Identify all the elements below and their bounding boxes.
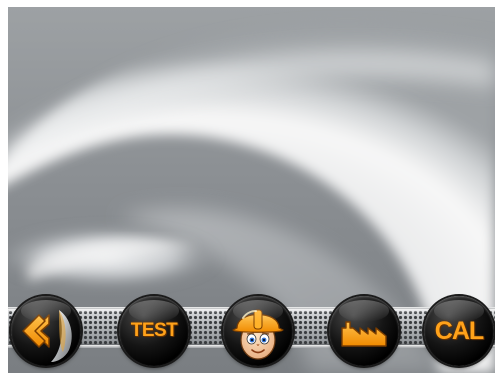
cal-button-label: CAL — [434, 317, 484, 345]
test-button[interactable]: TEST — [119, 296, 189, 366]
test-button-label: TEST — [130, 320, 178, 341]
worker-icon — [232, 309, 284, 360]
back-arrow-icon — [22, 310, 72, 362]
factory-button[interactable] — [329, 296, 399, 366]
back-button[interactable] — [11, 296, 81, 366]
display-screen: TEST CAL — [8, 7, 495, 373]
operator-button[interactable] — [223, 296, 293, 366]
cal-button[interactable]: CAL — [424, 296, 494, 366]
bottom-toolbar: TEST CAL — [8, 295, 495, 373]
factory-icon — [341, 321, 387, 347]
